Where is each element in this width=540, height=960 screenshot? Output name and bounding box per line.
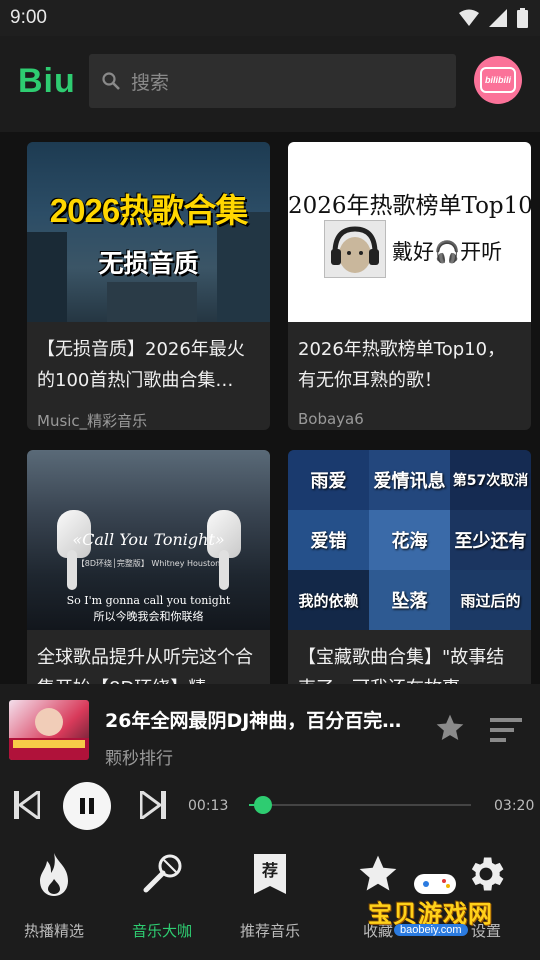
status-bar: 9:00 — [0, 0, 540, 36]
video-thumbnail: 2026年热歌榜单Top10 戴好🎧开听 — [288, 142, 531, 322]
recommend-badge-text: 荐 — [261, 861, 278, 880]
mini-player: 26年全网最阴DJ神曲，百分百完… 颗秒排行 00:13 03:20 — [0, 684, 540, 838]
signal-icon — [489, 9, 507, 27]
video-card[interactable]: «Call You Tonight» 【8D环绕│完整版】 Whitney Ho… — [27, 450, 270, 684]
nav-item-recommended[interactable]: 荐 推荐音乐 — [216, 838, 324, 960]
nav-item-music-stars[interactable]: 音乐大咖 — [108, 838, 216, 960]
thumbnail-subtitle: 戴好🎧开听 — [392, 240, 503, 264]
gamepad-icon — [414, 874, 456, 894]
current-time: 00:13 — [188, 798, 229, 814]
earbud-left-stem — [67, 550, 77, 590]
video-thumbnail: 雨爱 爱情讯息 第57次取消 爱错 花海 至少还有 我的依赖 坠落 雨过后的 — [288, 450, 531, 630]
video-card[interactable]: 2026热歌合集 无损音质 【无损音质】2026年最火的100首热门歌曲合集… … — [27, 142, 270, 430]
thumbnail-subtitle: 无损音质 — [98, 249, 199, 278]
video-title: 2026年热歌榜单Top10，有无你耳熟的歌！ — [298, 339, 506, 391]
video-title: 【无损音质】2026年最火的100首热门歌曲合集… — [37, 339, 245, 391]
microphone-icon — [143, 854, 182, 893]
next-track-icon[interactable] — [140, 791, 166, 819]
thumbnail-cell: 坠落 — [369, 570, 450, 630]
thumbnail-cell: 我的依赖 — [288, 570, 369, 630]
app-logo: Biu — [18, 62, 76, 100]
status-time: 9:00 — [10, 7, 47, 28]
thumbnail-cell: 第57次取消 — [450, 450, 531, 510]
battery-icon — [517, 8, 528, 28]
search-icon — [102, 72, 120, 90]
search-input[interactable]: 搜索 — [89, 54, 456, 108]
search-placeholder: 搜索 — [131, 71, 170, 94]
app-header: Biu 搜索 bilibili — [0, 36, 540, 132]
seek-thumb[interactable] — [254, 796, 273, 814]
video-author: Music_精彩音乐 — [37, 412, 148, 430]
video-author: Bobaya6 — [298, 410, 364, 428]
album-cover[interactable] — [9, 700, 89, 760]
video-title: 全球歌品提升从听完这个合集开始【8D环绕】精 — [37, 647, 253, 684]
song-title[interactable]: 26年全网最阴DJ神曲，百分百完… — [105, 706, 425, 733]
video-card[interactable]: 雨爱 爱情讯息 第57次取消 爱错 花海 至少还有 我的依赖 坠落 雨过后的 【… — [288, 450, 531, 684]
video-grid: 2026热歌合集 无损音质 【无损音质】2026年最火的100首热门歌曲合集… … — [0, 132, 540, 684]
earbud-right-stem — [219, 550, 229, 590]
nav-label: 推荐音乐 — [239, 922, 300, 940]
video-title: 【宝藏歌曲合集】"故事结束了，可我还在故事 — [298, 647, 505, 684]
thumbnail-cell: 爱情讯息 — [369, 450, 450, 510]
headphone-cat-image — [324, 220, 386, 278]
nav-label: 热播精选 — [23, 922, 84, 940]
bilibili-avatar-button[interactable]: bilibili — [474, 56, 522, 104]
thumbnail-title: «Call You Tonight» — [72, 530, 225, 549]
thumbnail-cell: 爱错 — [288, 510, 369, 570]
thumbnail-cell: 花海 — [369, 510, 450, 570]
pause-icon — [80, 798, 94, 814]
previous-track-icon[interactable] — [14, 791, 40, 819]
total-time: 03:20 — [494, 798, 535, 814]
favorite-star-icon[interactable] — [434, 712, 466, 744]
video-thumbnail: «Call You Tonight» 【8D环绕│完整版】 Whitney Ho… — [27, 450, 270, 630]
thumbnail-title: 2026热歌合集 — [49, 192, 248, 229]
video-card[interactable]: 2026年热歌榜单Top10 戴好🎧开听 2026年热歌榜单Top10，有无你耳… — [288, 142, 531, 430]
thumbnail-subtitle: 【8D环绕│完整版】 Whitney Houston — [76, 559, 221, 568]
site-watermark: 宝贝游戏网 baobeiy.com — [360, 868, 510, 940]
video-thumbnail: 2026热歌合集 无损音质 — [27, 142, 270, 322]
thumbnail-cell: 雨爱 — [288, 450, 369, 510]
recommend-icon: 荐 — [254, 854, 286, 894]
thumbnail-cell: 雨过后的 — [450, 570, 531, 630]
nav-item-hot-picks[interactable]: 热播精选 — [0, 838, 108, 960]
bilibili-logo: bilibili — [480, 67, 516, 93]
song-artist: 颗秒排行 — [105, 749, 173, 769]
status-icons — [459, 8, 528, 28]
pause-button[interactable] — [63, 782, 111, 830]
seek-bar[interactable] — [249, 796, 471, 814]
thumbnail-lyric-zh: 所以今晚我会和你联络 — [93, 610, 204, 623]
playlist-queue-icon[interactable] — [490, 718, 524, 742]
thumbnail-title: 2026年热歌榜单Top10 — [288, 193, 531, 219]
thumbnail-lyric-en: So I'm gonna call you tonight — [66, 594, 231, 607]
watermark-url: baobeiy.com — [394, 924, 468, 936]
nav-label: 音乐大咖 — [131, 922, 192, 940]
wifi-icon — [459, 9, 479, 26]
fire-icon — [40, 853, 68, 896]
thumbnail-cell: 至少还有 — [450, 510, 531, 570]
